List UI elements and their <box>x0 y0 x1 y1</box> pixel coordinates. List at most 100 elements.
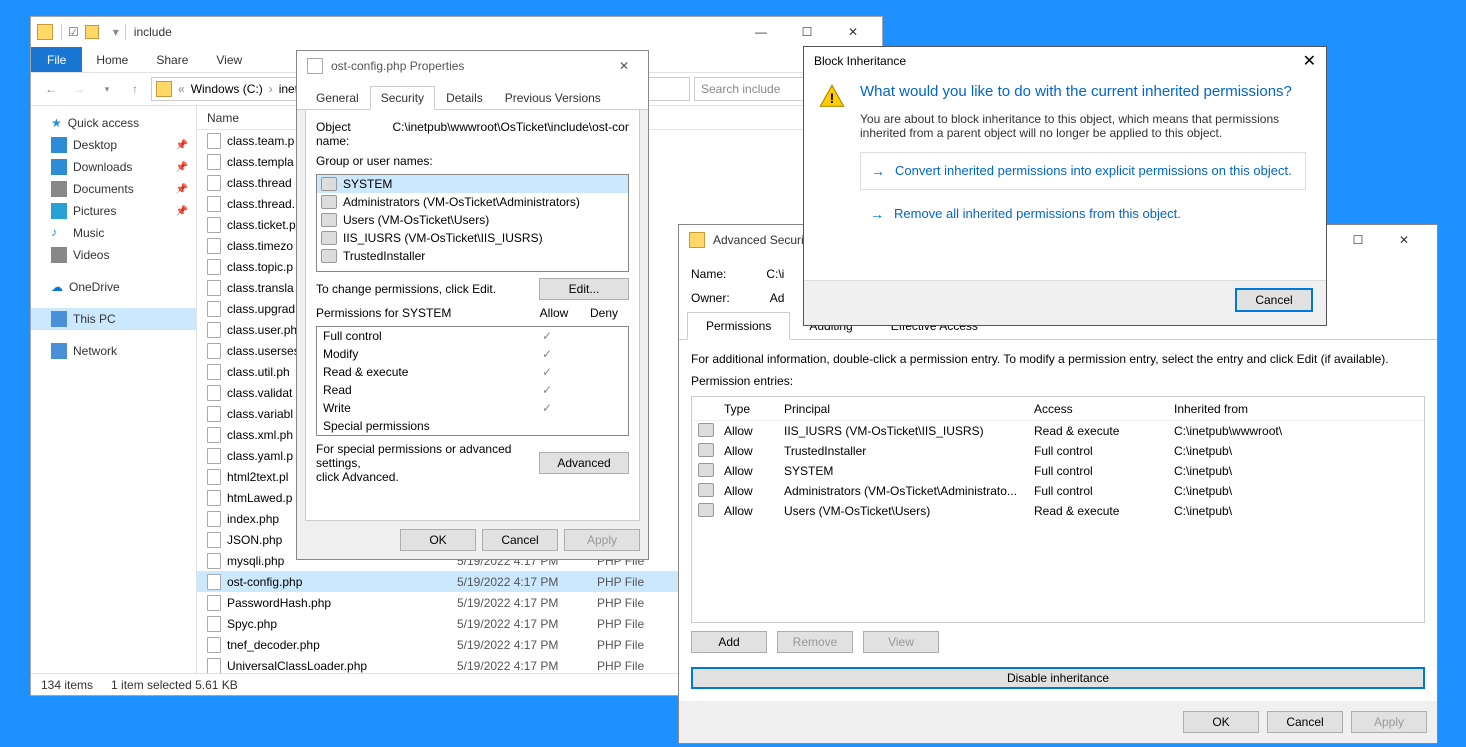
maximize-button[interactable]: ☐ <box>784 17 830 47</box>
group-icon <box>321 249 337 263</box>
group-item[interactable]: Users (VM-OsTicket\Users) <box>317 211 628 229</box>
nav-videos[interactable]: Videos <box>31 244 196 266</box>
minimize-button[interactable]: — <box>738 17 784 47</box>
group-item[interactable]: IIS_IUSRS (VM-OsTicket\IIS_IUSRS) <box>317 229 628 247</box>
file-icon <box>207 574 221 590</box>
recent-dropdown[interactable]: ▾ <box>95 77 119 101</box>
window-title: include <box>134 25 738 39</box>
nav-desktop[interactable]: Desktop📌 <box>31 134 196 156</box>
bi-title: Block Inheritance <box>814 54 1303 68</box>
pin-icon: 📌 <box>176 162 188 173</box>
bi-titlebar: Block Inheritance ✕ <box>804 47 1326 75</box>
back-button[interactable]: ← <box>39 77 63 101</box>
apply-button[interactable]: Apply <box>1351 711 1427 733</box>
videos-icon <box>51 247 67 263</box>
ok-button[interactable]: OK <box>400 529 476 551</box>
home-tab[interactable]: Home <box>82 47 142 72</box>
share-tab[interactable]: Share <box>142 47 202 72</box>
nav-downloads[interactable]: Downloads📌 <box>31 156 196 178</box>
close-button[interactable]: ✕ <box>1303 51 1316 71</box>
file-icon <box>207 658 221 674</box>
file-icon <box>207 469 221 485</box>
cloud-icon: ☁ <box>51 280 63 294</box>
nav-documents[interactable]: Documents📌 <box>31 178 196 200</box>
file-icon <box>207 343 221 359</box>
maximize-button[interactable]: ☐ <box>1335 225 1381 255</box>
group-icon <box>698 463 714 477</box>
object-name-label: Object name: <box>316 120 381 148</box>
up-button[interactable]: ↑ <box>123 77 147 101</box>
file-icon <box>207 322 221 338</box>
group-item[interactable]: Administrators (VM-OsTicket\Administrato… <box>317 193 628 211</box>
group-item[interactable]: SYSTEM <box>317 175 628 193</box>
object-name-value: C:\inetpub\wwwroot\OsTicket\include\ost-… <box>393 120 630 148</box>
view-tab[interactable]: View <box>202 47 256 72</box>
props-titlebar: ost-config.php Properties ✕ <box>297 51 648 81</box>
nav-music[interactable]: ♪Music <box>31 222 196 244</box>
breadcrumb-item[interactable]: Windows (C:) <box>191 82 263 96</box>
arrow-icon: → <box>870 206 884 222</box>
disable-inheritance-button[interactable]: Disable inheritance <box>691 667 1425 689</box>
tab-details[interactable]: Details <box>435 86 494 110</box>
cancel-button[interactable]: Cancel <box>482 529 558 551</box>
music-icon: ♪ <box>51 225 67 241</box>
folder-icon[interactable] <box>85 25 99 39</box>
file-icon <box>207 364 221 380</box>
tab-security[interactable]: Security <box>370 86 435 110</box>
nav-network[interactable]: Network <box>31 340 196 362</box>
cancel-button[interactable]: Cancel <box>1267 711 1343 733</box>
table-header[interactable]: Type Principal Access Inherited from <box>692 397 1424 421</box>
adv-help-text: For additional information, double-click… <box>691 352 1425 366</box>
file-icon <box>207 259 221 275</box>
option-remove-label: Remove all inherited permissions from th… <box>894 206 1181 221</box>
qat-checkbox-icon[interactable]: ☑ <box>68 25 79 39</box>
group-icon <box>698 483 714 497</box>
properties-dialog: ost-config.php Properties ✕ General Secu… <box>296 50 649 560</box>
svg-text:!: ! <box>830 90 835 106</box>
arrow-icon: → <box>871 163 885 179</box>
view-button[interactable]: View <box>863 631 939 653</box>
nav-quick-access[interactable]: ★Quick access <box>31 112 196 134</box>
permission-entry[interactable]: AllowTrustedInstallerFull controlC:\inet… <box>692 441 1424 461</box>
tab-general[interactable]: General <box>305 86 370 110</box>
forward-button[interactable]: → <box>67 77 91 101</box>
close-button[interactable]: ✕ <box>610 59 638 73</box>
nav-this-pc[interactable]: This PC <box>31 308 196 330</box>
permission-entry[interactable]: AllowIIS_IUSRS (VM-OsTicket\IIS_IUSRS)Re… <box>692 421 1424 441</box>
downloads-icon <box>51 159 67 175</box>
group-list[interactable]: SYSTEMAdministrators (VM-OsTicket\Admini… <box>316 174 629 272</box>
file-tab[interactable]: File <box>31 47 82 72</box>
permission-entry[interactable]: AllowUsers (VM-OsTicket\Users)Read & exe… <box>692 501 1424 521</box>
remove-button[interactable]: Remove <box>777 631 853 653</box>
ok-button[interactable]: OK <box>1183 711 1259 733</box>
adv-footer: OK Cancel Apply <box>679 701 1437 743</box>
owner-label: Owner: <box>691 291 730 305</box>
tab-permissions[interactable]: Permissions <box>687 312 790 340</box>
qat-dropdown-icon[interactable]: ▾ <box>113 25 119 39</box>
close-button[interactable]: ✕ <box>830 17 876 47</box>
permission-entry[interactable]: AllowSYSTEMFull controlC:\inetpub\ <box>692 461 1424 481</box>
add-button[interactable]: Add <box>691 631 767 653</box>
deny-header: Deny <box>579 306 629 320</box>
apply-button[interactable]: Apply <box>564 529 640 551</box>
nav-onedrive[interactable]: ☁OneDrive <box>31 276 196 298</box>
tab-previous-versions[interactable]: Previous Versions <box>494 86 612 110</box>
network-icon <box>51 343 67 359</box>
file-icon <box>207 217 221 233</box>
nav-pictures[interactable]: Pictures📌 <box>31 200 196 222</box>
permission-entry[interactable]: AllowAdministrators (VM-OsTicket\Adminis… <box>692 481 1424 501</box>
close-button[interactable]: ✕ <box>1381 225 1427 255</box>
documents-icon <box>51 181 67 197</box>
edit-button[interactable]: Edit... <box>539 278 629 300</box>
navigation-pane: ★Quick access Desktop📌 Downloads📌 Docume… <box>31 106 197 673</box>
option-remove[interactable]: → Remove all inherited permissions from … <box>860 202 1306 226</box>
pin-icon: 📌 <box>176 206 188 217</box>
cancel-button[interactable]: Cancel <box>1236 289 1312 311</box>
props-title: ost-config.php Properties <box>331 59 610 73</box>
advanced-button[interactable]: Advanced <box>539 452 629 474</box>
warning-icon: ! <box>818 83 846 111</box>
option-convert[interactable]: → Convert inherited permissions into exp… <box>860 152 1306 190</box>
group-item[interactable]: TrustedInstaller <box>317 247 628 265</box>
file-icon <box>307 58 323 74</box>
option-convert-label: Convert inherited permissions into expli… <box>895 163 1292 178</box>
